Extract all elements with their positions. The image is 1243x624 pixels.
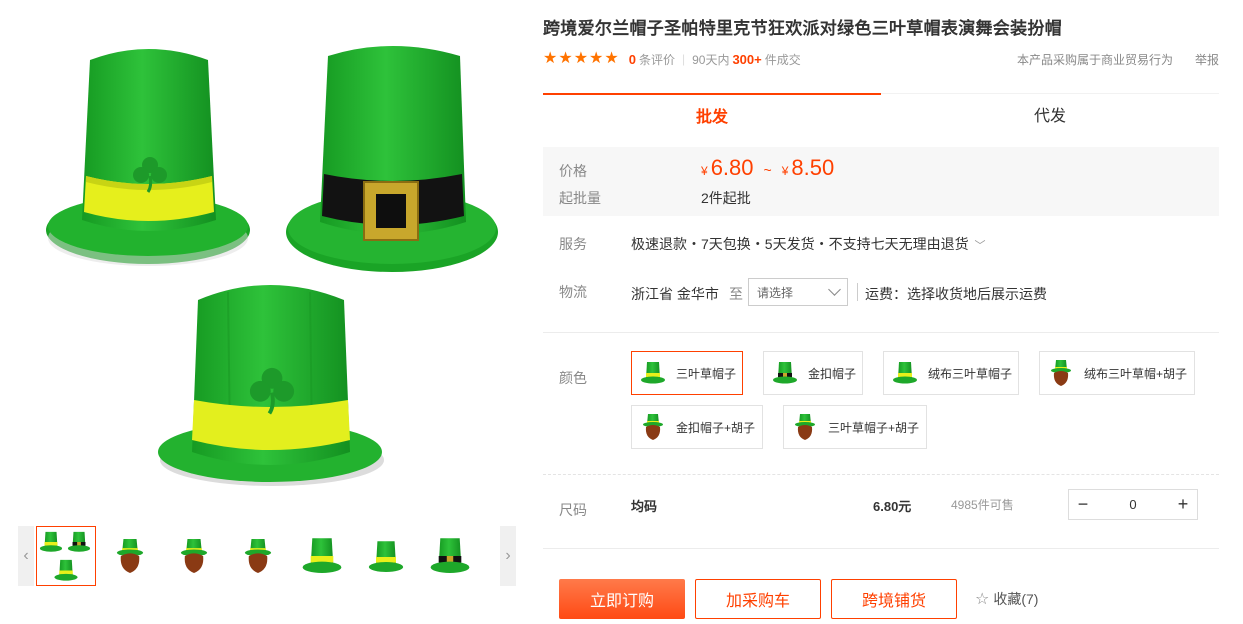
star-icon: ★ — [604, 50, 619, 67]
color-option-clover-beard[interactable]: 三叶草帽子+胡子 — [783, 405, 927, 449]
size-price: 6.80元 — [873, 499, 912, 514]
rating-stars: ★ ★ ★ ★ ★ — [543, 51, 619, 67]
color-option-buckle-hat[interactable]: 金扣帽子 — [763, 351, 863, 395]
price-label: 价格 — [559, 163, 587, 179]
add-to-cart-button[interactable]: 加采购车 — [695, 579, 821, 619]
color-option-label: 金扣帽子 — [808, 366, 857, 381]
days-prefix: 90天内 — [692, 52, 730, 67]
rating-row: ★ ★ ★ ★ ★ 0 条评价 | 90天内 300+ 件成交 本产品采购属于商… — [543, 48, 1219, 70]
sold-count: 300+ — [732, 51, 762, 67]
trade-note: 本产品采购属于商业贸易行为 — [1016, 52, 1173, 67]
increment-button[interactable]: + — [1169, 490, 1197, 519]
hat-beard-thumbnail-icon — [792, 413, 818, 441]
tab-dropship[interactable]: 代发 — [881, 93, 1219, 134]
destination-select-value: 请选择 — [757, 285, 794, 300]
color-option-label: 三叶草帽子+胡子 — [828, 420, 920, 435]
hat-clover-yellow-illustration — [46, 49, 250, 266]
color-option-label: 金扣帽子+胡子 — [676, 420, 756, 435]
thumbnail-1[interactable] — [36, 526, 96, 586]
report-link[interactable]: 举报 — [1195, 51, 1219, 68]
color-option-plush-clover-beard[interactable]: 绒布三叶草帽+胡子 — [1039, 351, 1195, 395]
purchase-tabs: 批发 代发 — [543, 93, 1219, 134]
chevron-left-icon: ‹ — [23, 547, 29, 564]
hat-thumbnail-icon — [772, 359, 798, 387]
thumb-next-button[interactable]: › — [500, 526, 516, 586]
divider — [543, 332, 1219, 333]
thumbnail-4[interactable] — [228, 526, 288, 586]
star-icon: ★ — [573, 50, 589, 67]
hat-beard-thumbnail-icon — [640, 413, 666, 441]
favorite-button[interactable]: ☆ 收藏(7) — [975, 589, 1038, 609]
thumbnail-7[interactable] — [420, 526, 480, 586]
thumbnail-strip: ‹ › — [18, 526, 516, 586]
color-option-plush-clover-hat[interactable]: 绒布三叶草帽子 — [883, 351, 1019, 395]
color-option-buckle-beard[interactable]: 金扣帽子+胡子 — [631, 405, 763, 449]
star-icon: ★ — [558, 50, 573, 67]
service-value: 极速退款・7天包换・5天发货・不支持七天无理由退货 — [631, 236, 969, 252]
color-option-label: 绒布三叶草帽+胡子 — [1084, 366, 1188, 381]
size-name: 均码 — [631, 499, 658, 514]
color-option-clover-hat[interactable]: 三叶草帽子 — [631, 351, 743, 395]
freight-text: 运费：选择收货地后展示运费 — [865, 286, 1047, 302]
moq-value: 2件起批 — [701, 190, 751, 206]
currency-symbol: ¥ — [701, 164, 708, 178]
quantity-stepper: − 0 + — [1068, 489, 1198, 520]
moq-label: 起批量 — [559, 190, 601, 206]
thumbnail-5[interactable] — [292, 526, 352, 586]
thumbnail-6[interactable] — [356, 526, 416, 586]
thumbnail-3[interactable] — [164, 526, 224, 586]
divider — [543, 548, 1219, 549]
hat-thumbnail-icon — [892, 359, 918, 387]
hat-beard-thumbnail-icon — [1048, 359, 1074, 387]
currency-symbol: ¥ — [781, 164, 789, 178]
chevron-down-icon — [828, 283, 841, 296]
divider — [543, 474, 1219, 475]
favorite-label: 收藏(7) — [993, 591, 1039, 607]
price-max: 8.50 — [791, 155, 835, 180]
hat-thumbnail-icon — [640, 359, 666, 387]
color-label: 颜色 — [559, 370, 587, 386]
thumbnail-2[interactable] — [100, 526, 160, 586]
star-outline-icon: ☆ — [975, 591, 990, 608]
buy-now-button[interactable]: 立即订购 — [559, 579, 685, 619]
quantity-input[interactable]: 0 — [1097, 497, 1169, 512]
price-box: 价格 ¥ 6.80 ~ ¥ 8.50 起批量 2件起批 — [543, 147, 1219, 216]
price-tilde: ~ — [763, 162, 772, 178]
review-count[interactable]: 0 — [629, 52, 636, 67]
decrement-button[interactable]: − — [1069, 490, 1097, 519]
product-main-image[interactable] — [20, 20, 516, 500]
star-icon: ★ — [589, 50, 604, 67]
crossborder-list-button[interactable]: 跨境铺货 — [831, 579, 957, 619]
chevron-right-icon: › — [505, 547, 511, 564]
price-range: ¥ 6.80 ~ ¥ 8.50 — [701, 155, 834, 181]
destination-select[interactable]: 请选择 — [748, 278, 848, 306]
logistics-origin: 浙江省 金华市 — [631, 286, 719, 302]
logistics-to: 至 — [729, 286, 743, 302]
size-label: 尺码 — [559, 502, 587, 518]
price-min: 6.80 — [710, 155, 754, 180]
color-option-label: 三叶草帽子 — [676, 366, 737, 381]
chevron-down-icon: ﹀ — [974, 240, 986, 252]
service-text[interactable]: 极速退款・7天包换・5天发货・不支持七天无理由退货 ﹀ — [631, 234, 985, 254]
sold-suffix: 件成交 — [764, 52, 801, 67]
hat-gold-buckle-illustration — [286, 46, 498, 272]
service-label: 服务 — [559, 236, 587, 252]
product-title: 跨境爱尔兰帽子圣帕特里克节狂欢派对绿色三叶草帽表演舞会装扮帽 — [543, 19, 1062, 38]
divider: | — [681, 52, 686, 66]
size-stock: 4985件可售 — [951, 498, 1014, 512]
divider — [857, 283, 858, 301]
logistics-label: 物流 — [559, 284, 587, 300]
review-suffix: 条评价 — [638, 52, 675, 67]
color-option-label: 绒布三叶草帽子 — [928, 366, 1013, 381]
tab-wholesale[interactable]: 批发 — [543, 93, 881, 134]
star-icon: ★ — [543, 50, 558, 67]
hat-plush-clover-illustration — [158, 285, 384, 486]
thumb-prev-button[interactable]: ‹ — [18, 526, 34, 586]
